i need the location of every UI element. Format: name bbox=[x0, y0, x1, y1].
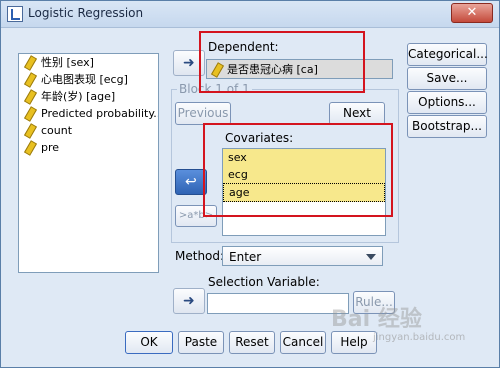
list-item[interactable]: 性别 [sex] bbox=[19, 54, 158, 71]
selection-variable-label: Selection Variable: bbox=[208, 275, 320, 289]
bootstrap-button[interactable]: Bootstrap... bbox=[407, 115, 487, 138]
chevron-down-icon bbox=[366, 254, 376, 260]
help-button[interactable]: Help bbox=[331, 331, 377, 354]
previous-button[interactable]: Previous bbox=[175, 102, 231, 125]
method-label: Method: bbox=[175, 249, 225, 263]
save-button[interactable]: Save... bbox=[407, 67, 487, 90]
close-button[interactable]: ✕ bbox=[451, 3, 493, 23]
list-item[interactable]: count bbox=[19, 122, 158, 139]
selection-variable-field[interactable] bbox=[207, 293, 349, 314]
list-item[interactable]: pre bbox=[19, 139, 158, 156]
scale-variable-icon bbox=[23, 89, 38, 105]
window-title: Logistic Regression bbox=[28, 6, 144, 20]
variable-label: Predicted probability... bbox=[41, 107, 159, 120]
variable-list[interactable]: 性别 [sex] 心电图表现 [ecg] 年龄(岁) [age] Predict… bbox=[18, 53, 159, 273]
covariates-highlight-box bbox=[203, 123, 393, 217]
variable-label: 心电图表现 [ecg] bbox=[41, 73, 128, 86]
options-button[interactable]: Options... bbox=[407, 91, 487, 114]
arrow-right-icon: ➜ bbox=[183, 55, 195, 71]
arrow-left-icon: ↩ bbox=[185, 174, 197, 190]
reset-button[interactable]: Reset bbox=[229, 331, 275, 354]
ok-button[interactable]: OK bbox=[125, 331, 173, 354]
list-item[interactable]: 年龄(岁) [age] bbox=[19, 88, 158, 105]
variable-label: 年龄(岁) [age] bbox=[41, 90, 116, 103]
arrow-right-icon: ➜ bbox=[183, 293, 195, 309]
method-value: Enter bbox=[229, 250, 262, 264]
watermark-url: jingyan.baidu.com bbox=[373, 332, 466, 343]
categorical-button[interactable]: Categorical... bbox=[407, 43, 488, 66]
cancel-button[interactable]: Cancel bbox=[280, 331, 326, 354]
watermark: Bai 经验 bbox=[331, 307, 422, 332]
variable-label: pre bbox=[41, 141, 60, 154]
dependent-highlight-box bbox=[199, 31, 365, 93]
scale-variable-icon bbox=[23, 106, 38, 122]
title-bar: Logistic Regression ✕ bbox=[1, 1, 499, 28]
move-to-selection-button[interactable]: ➜ bbox=[173, 288, 205, 314]
variable-label: 性别 [sex] bbox=[41, 56, 94, 69]
variable-label: count bbox=[41, 124, 73, 137]
next-button[interactable]: Next bbox=[329, 102, 385, 125]
app-icon bbox=[7, 6, 23, 22]
scale-variable-icon bbox=[23, 140, 38, 156]
paste-button[interactable]: Paste bbox=[178, 331, 224, 354]
list-item[interactable]: 心电图表现 [ecg] bbox=[19, 71, 158, 88]
scale-variable-icon bbox=[23, 123, 38, 139]
list-item[interactable]: Predicted probability... bbox=[19, 105, 158, 122]
method-dropdown[interactable]: Enter bbox=[222, 246, 383, 266]
scale-variable-icon bbox=[23, 55, 38, 71]
scale-variable-icon bbox=[23, 72, 38, 88]
logistic-regression-dialog: Logistic Regression ✕ 性别 [sex] 心电图表现 [ec… bbox=[0, 0, 500, 368]
